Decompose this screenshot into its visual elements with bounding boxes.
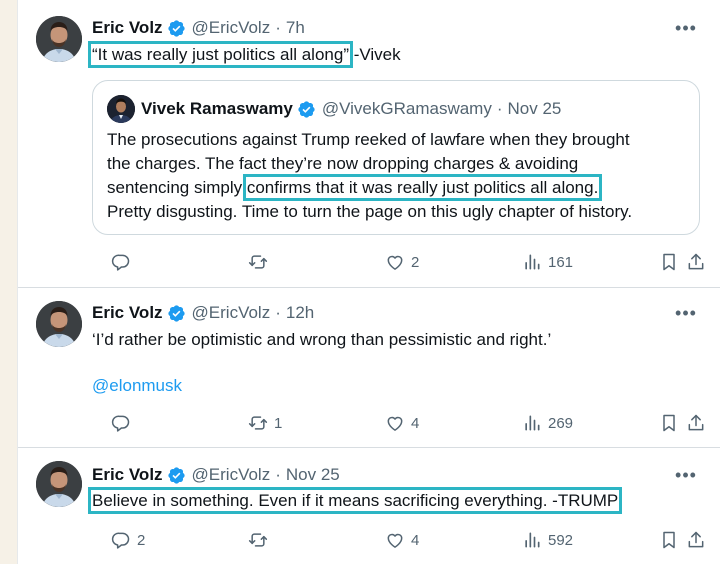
timestamp[interactable]: Nov 25 <box>286 465 340 485</box>
views-icon <box>522 413 542 433</box>
reply-count: 2 <box>137 531 146 549</box>
mention-link[interactable]: @elonmusk <box>92 374 182 398</box>
action-bar: 1 4 269 <box>92 411 706 435</box>
author-handle[interactable]: @EricVolz <box>192 18 271 38</box>
quoted-timestamp[interactable]: Nov 25 <box>508 99 562 119</box>
views-icon <box>522 252 542 272</box>
repost-button[interactable]: 1 <box>248 411 282 435</box>
reply-button[interactable] <box>111 411 137 435</box>
tweet-text-rest: -Vivek <box>348 45 401 64</box>
quoted-text: The prosecutions against Trump reeked of… <box>107 128 632 224</box>
highlighted-phrase: confirms that it was really just politic… <box>242 174 603 201</box>
share-icon <box>686 252 706 272</box>
like-icon <box>385 530 405 550</box>
like-count: 2 <box>411 253 420 271</box>
share-icon <box>686 530 706 550</box>
repost-icon <box>248 413 268 433</box>
repost-icon <box>248 252 268 272</box>
author-name[interactable]: Eric Volz <box>92 303 163 323</box>
share-button[interactable] <box>686 411 706 435</box>
author-handle[interactable]: @EricVolz <box>192 465 271 485</box>
more-icon[interactable]: ••• <box>675 17 697 39</box>
repost-count: 1 <box>274 414 283 432</box>
view-count: 269 <box>548 414 574 432</box>
action-bar: 2 4 592 <box>92 528 706 552</box>
separator-dot: · <box>275 303 281 322</box>
views-icon <box>522 530 542 550</box>
reply-button[interactable] <box>111 250 137 274</box>
author-name[interactable]: Eric Volz <box>92 18 163 38</box>
repost-button[interactable] <box>248 250 274 274</box>
quoted-tweet[interactable]: Vivek Ramaswamy @VivekGRamaswamy · Nov 2… <box>92 80 700 235</box>
tweet-header: Eric Volz @EricVolz · 12h <box>92 302 314 324</box>
author-name[interactable]: Eric Volz <box>92 465 163 485</box>
avatar[interactable] <box>36 461 82 507</box>
quoted-text-line: sentencing simply confirms that it was r… <box>107 174 632 201</box>
views-button[interactable]: 161 <box>522 250 573 274</box>
views-button[interactable]: 592 <box>522 528 573 552</box>
highlighted-quote: Believe in something. Even if it means s… <box>87 487 623 514</box>
verified-badge-icon <box>167 304 186 323</box>
reply-button[interactable]: 2 <box>111 528 145 552</box>
action-bar: 2 161 <box>92 250 706 274</box>
tweet-header: Eric Volz @EricVolz · 7h <box>92 17 305 39</box>
views-button[interactable]: 269 <box>522 411 573 435</box>
more-icon[interactable]: ••• <box>675 302 697 324</box>
timestamp[interactable]: 12h <box>286 303 314 323</box>
verified-badge-icon <box>297 100 316 119</box>
view-count: 161 <box>548 253 574 271</box>
quoted-text-line: Pretty disgusting. Time to turn the page… <box>107 202 633 221</box>
like-count: 4 <box>411 414 420 432</box>
quoted-author-handle[interactable]: @VivekGRamaswamy <box>322 99 492 119</box>
verified-badge-icon <box>167 19 186 38</box>
repost-button[interactable] <box>248 528 274 552</box>
like-button[interactable]: 4 <box>385 411 419 435</box>
tweet[interactable]: Eric Volz @EricVolz · 7h ••• “It was rea… <box>18 0 720 287</box>
tweet[interactable]: Eric Volz @EricVolz · Nov 25 ••• Believe… <box>18 448 720 564</box>
tweet-text: Believe in something. Even if it means s… <box>87 487 623 514</box>
separator-dot: · <box>496 99 503 118</box>
more-icon[interactable]: ••• <box>675 464 697 486</box>
separator-dot: · <box>275 18 281 37</box>
bookmark-button[interactable] <box>659 411 679 435</box>
tweet-text: ‘I’d rather be optimistic and wrong than… <box>92 330 552 349</box>
reply-icon <box>111 252 131 272</box>
share-button[interactable] <box>686 250 706 274</box>
verified-badge-icon <box>167 466 186 485</box>
avatar[interactable] <box>36 16 82 62</box>
bookmark-icon <box>659 252 679 272</box>
bookmark-icon <box>659 413 679 433</box>
like-icon <box>385 413 405 433</box>
quoted-header: Vivek Ramaswamy @VivekGRamaswamy · Nov 2… <box>141 97 561 121</box>
share-button[interactable] <box>686 528 706 552</box>
like-button[interactable]: 2 <box>385 250 419 274</box>
reply-icon <box>111 530 131 550</box>
like-button[interactable]: 4 <box>385 528 419 552</box>
quoted-text-line: the charges. The fact they’re now droppi… <box>107 154 579 173</box>
author-handle[interactable]: @EricVolz <box>192 303 271 323</box>
tweet-header: Eric Volz @EricVolz · Nov 25 <box>92 464 340 486</box>
repost-icon <box>248 530 268 550</box>
view-count: 592 <box>548 531 574 549</box>
separator-dot: · <box>275 465 281 484</box>
bookmark-button[interactable] <box>659 528 679 552</box>
bookmark-button[interactable] <box>659 250 679 274</box>
tweet-text: “It was really just politics all along” … <box>88 41 401 68</box>
tweet[interactable]: Eric Volz @EricVolz · 12h ••• ‘I’d rathe… <box>18 288 720 447</box>
avatar[interactable] <box>36 301 82 347</box>
share-icon <box>686 413 706 433</box>
tweet-feed: Eric Volz @EricVolz · 7h ••• “It was rea… <box>17 0 720 564</box>
quoted-author-name[interactable]: Vivek Ramaswamy <box>141 99 293 119</box>
like-icon <box>385 252 405 272</box>
quoted-text-segment: sentencing simply <box>107 178 247 197</box>
bookmark-icon <box>659 530 679 550</box>
timestamp[interactable]: 7h <box>286 18 305 38</box>
quoted-avatar[interactable] <box>107 95 135 123</box>
like-count: 4 <box>411 531 420 549</box>
quoted-text-line: The prosecutions against Trump reeked of… <box>107 130 630 149</box>
reply-icon <box>111 413 131 433</box>
highlighted-quote: “It was really just politics all along” <box>88 41 353 68</box>
